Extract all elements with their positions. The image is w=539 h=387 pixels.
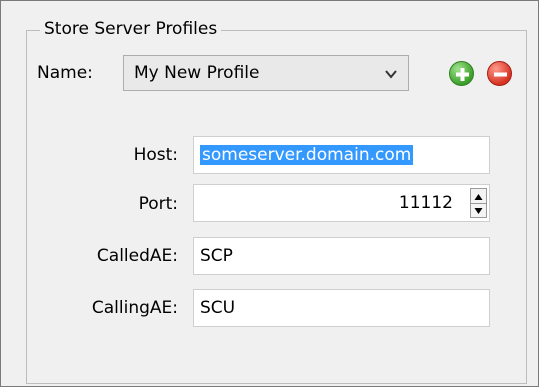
remove-profile-button[interactable] xyxy=(487,61,512,86)
triangle-down-icon xyxy=(474,208,483,214)
calling-ae-value: SCU xyxy=(200,298,236,318)
profile-select[interactable]: My New Profile xyxy=(123,55,409,91)
port-spinbox[interactable]: 11112 xyxy=(193,184,490,222)
port-value: 11112 xyxy=(398,193,453,213)
host-input[interactable]: someserver.domain.com xyxy=(193,136,490,174)
host-value: someserver.domain.com xyxy=(200,145,414,165)
called-ae-input[interactable]: SCP xyxy=(193,237,490,275)
profile-select-value: My New Profile xyxy=(134,63,260,83)
add-profile-button[interactable] xyxy=(449,61,474,86)
name-label: Name: xyxy=(37,63,93,83)
group-title: Store Server Profiles xyxy=(40,18,222,40)
triangle-up-icon xyxy=(474,194,483,200)
port-decrement-button[interactable] xyxy=(471,203,486,217)
port-label: Port: xyxy=(138,194,178,214)
calling-ae-input[interactable]: SCU xyxy=(193,289,490,327)
port-spin-buttons xyxy=(470,188,487,218)
add-icon xyxy=(456,68,469,81)
called-ae-label: CalledAE: xyxy=(96,246,178,266)
remove-icon xyxy=(494,72,507,77)
port-increment-button[interactable] xyxy=(471,189,486,204)
calling-ae-label: CallingAE: xyxy=(91,298,178,318)
chevron-down-icon xyxy=(384,66,398,80)
host-label: Host: xyxy=(133,145,178,165)
called-ae-value: SCP xyxy=(200,246,233,266)
